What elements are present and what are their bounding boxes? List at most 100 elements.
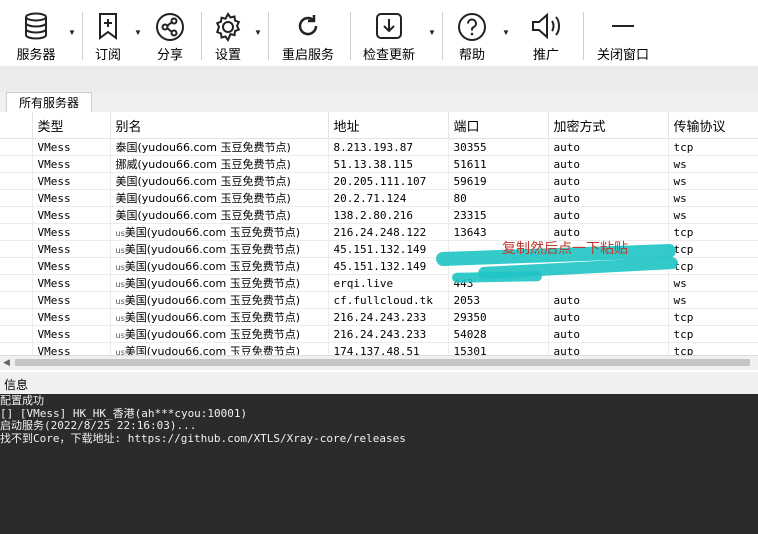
toolbar-separator — [583, 12, 584, 60]
refresh-icon — [295, 12, 321, 45]
country-code-badge: us — [115, 331, 125, 340]
table-row[interactable]: VMess us美国(yudou66.com 玉豆免费节点) cf.fullclou… — [0, 291, 758, 309]
toolbar-separator — [268, 12, 269, 60]
help-button[interactable]: 帮助 — [452, 6, 492, 62]
network-cell: ws — [668, 206, 758, 224]
table-row[interactable]: VMess 美国(yudou66.com 玉豆免费节点) 20.205.111.10… — [0, 172, 758, 190]
alias-text: 美国(yudou66.com 玉豆免费节点) — [124, 328, 300, 341]
promote-label: 推广 — [532, 47, 559, 62]
alias-cell: us美国(yudou66.com 玉豆免费节点) — [110, 274, 329, 292]
restart-service-button[interactable]: 重启服务 — [278, 6, 338, 62]
column-header-type[interactable]: 类型 — [32, 112, 111, 139]
country-code-badge: us — [115, 263, 125, 272]
servers-dropdown-caret-icon[interactable]: ▼ — [68, 28, 76, 37]
column-header-port[interactable]: 端口 — [448, 112, 549, 139]
close-window-button[interactable]: 关闭窗口 — [594, 6, 652, 62]
share-icon — [155, 12, 185, 47]
table-row[interactable]: VMess us美国(yudou66.com 玉豆免费节点) 216.24.243.… — [0, 325, 758, 343]
toolbar-bottom-strip — [0, 66, 758, 93]
type-cell: VMess — [32, 342, 111, 355]
alias-cell: 美国(yudou66.com 玉豆免费节点) — [110, 206, 329, 224]
tab-all-servers[interactable]: 所有服务器 — [6, 92, 93, 113]
security-cell: auto — [548, 342, 669, 355]
country-code-badge: us — [115, 297, 125, 306]
servers-button[interactable]: 服务器 — [10, 6, 62, 62]
check-update-dropdown-caret-icon[interactable]: ▼ — [428, 28, 436, 37]
type-cell: VMess — [32, 189, 111, 207]
column-header-row-indicator — [0, 112, 33, 139]
network-cell: ws — [668, 189, 758, 207]
column-header-address[interactable]: 地址 — [328, 112, 449, 139]
alias-cell: us美国(yudou66.com 玉豆免费节点) — [110, 325, 329, 343]
share-button[interactable]: 分享 — [150, 6, 190, 62]
tab-bar: 所有服务器 — [0, 92, 758, 113]
security-cell: auto — [548, 155, 669, 173]
alias-cell: us美国(yudou66.com 玉豆免费节点) — [110, 342, 329, 355]
column-header-alias[interactable]: 别名 — [110, 112, 329, 139]
help-dropdown-caret-icon[interactable]: ▼ — [502, 28, 510, 37]
log-console[interactable]: 配置成功 [] [VMess] HK_HK_香港(ah***cyou:10001… — [0, 394, 758, 534]
country-code-badge: us — [115, 348, 125, 355]
row-indicator-cell — [0, 155, 33, 173]
port-cell: 23315 — [448, 206, 549, 224]
column-header-network[interactable]: 传输协议 — [668, 112, 758, 139]
table-row[interactable]: VMess 美国(yudou66.com 玉豆免费节点) 138.2.80.216 2… — [0, 206, 758, 224]
type-cell: VMess — [32, 308, 111, 326]
security-cell — [548, 274, 669, 292]
server-list-header: 类型 别名 地址 端口 加密方式 传输协议 — [0, 112, 758, 139]
row-indicator-cell — [0, 223, 33, 241]
alias-cell: 挪威(yudou66.com 玉豆免费节点) — [110, 155, 329, 173]
port-cell: 54028 — [448, 325, 549, 343]
alias-text: 挪威(yudou66.com 玉豆免费节点) — [115, 158, 291, 171]
network-cell: tcp — [668, 138, 758, 156]
minimize-icon — [610, 12, 636, 45]
table-row[interactable]: VMess 泰国(yudou66.com 玉豆免费节点) 8.213.193.87 3… — [0, 138, 758, 156]
server-list[interactable]: 类型 别名 地址 端口 加密方式 传输协议 VMess 泰国(yudou66.co… — [0, 112, 758, 355]
table-row[interactable]: VMess us美国(yudou66.com 玉豆免费节点) 216.24.248.… — [0, 223, 758, 241]
row-indicator-cell — [0, 172, 33, 190]
network-cell: ws — [668, 155, 758, 173]
close-window-label: 关闭窗口 — [596, 47, 649, 62]
check-update-button[interactable]: 检查更新 — [358, 6, 420, 62]
network-cell: tcp — [668, 308, 758, 326]
subscribe-button[interactable]: 订阅 — [88, 6, 128, 62]
type-cell: VMess — [32, 223, 111, 241]
settings-dropdown-caret-icon[interactable]: ▼ — [254, 28, 262, 37]
table-row[interactable]: VMess us美国(yudou66.com 玉豆免费节点) 216.24.243.… — [0, 308, 758, 326]
log-line: 找不到Core，下载地址: https://github.com/XTLS/Xr… — [0, 431, 406, 445]
port-cell: 80 — [448, 189, 549, 207]
scroll-left-arrow-icon[interactable]: ◀ — [3, 357, 10, 368]
port-cell: 59619 — [448, 172, 549, 190]
table-row[interactable]: VMess 美国(yudou66.com 玉豆免费节点) 20.2.71.124 80… — [0, 189, 758, 207]
alias-text: 美国(yudou66.com 玉豆免费节点) — [124, 243, 300, 256]
toolbar-separator — [442, 12, 443, 60]
column-header-security[interactable]: 加密方式 — [548, 112, 669, 139]
address-cell: 45.151.132.149 — [328, 240, 449, 258]
alias-text: 美国(yudou66.com 玉豆免费节点) — [115, 209, 291, 222]
speaker-icon — [530, 12, 562, 45]
horizontal-scrollbar[interactable]: ◀ — [0, 355, 758, 370]
type-cell: VMess — [32, 206, 111, 224]
table-row[interactable]: VMess us美国(yudou66.com 玉豆免费节点) 174.137.48.… — [0, 342, 758, 355]
type-cell: VMess — [32, 138, 111, 156]
alias-cell: us美国(yudou66.com 玉豆免费节点) — [110, 240, 329, 258]
subscribe-dropdown-caret-icon[interactable]: ▼ — [134, 28, 142, 37]
country-code-badge: us — [115, 229, 125, 238]
type-cell: VMess — [32, 240, 111, 258]
scrollbar-thumb[interactable] — [15, 359, 750, 366]
download-box-icon — [375, 12, 403, 45]
restart-service-label: 重启服务 — [281, 47, 334, 62]
table-row[interactable]: VMess us美国(yudou66.com 玉豆免费节点) erqi.live 44… — [0, 274, 758, 292]
promote-button[interactable]: 推广 — [526, 6, 566, 62]
address-cell: 8.213.193.87 — [328, 138, 449, 156]
address-cell: 216.24.243.233 — [328, 308, 449, 326]
row-indicator-cell — [0, 291, 33, 309]
alias-cell: us美国(yudou66.com 玉豆免费节点) — [110, 291, 329, 309]
log-line: 配置成功 — [0, 394, 44, 407]
address-cell: 20.205.111.107 — [328, 172, 449, 190]
settings-button[interactable]: 设置 — [208, 6, 248, 62]
table-row[interactable]: VMess 挪威(yudou66.com 玉豆免费节点) 51.13.38.115 5… — [0, 155, 758, 173]
bookmark-plus-icon — [96, 12, 120, 45]
row-indicator-cell — [0, 325, 33, 343]
alias-text: 美国(yudou66.com 玉豆免费节点) — [115, 192, 291, 205]
